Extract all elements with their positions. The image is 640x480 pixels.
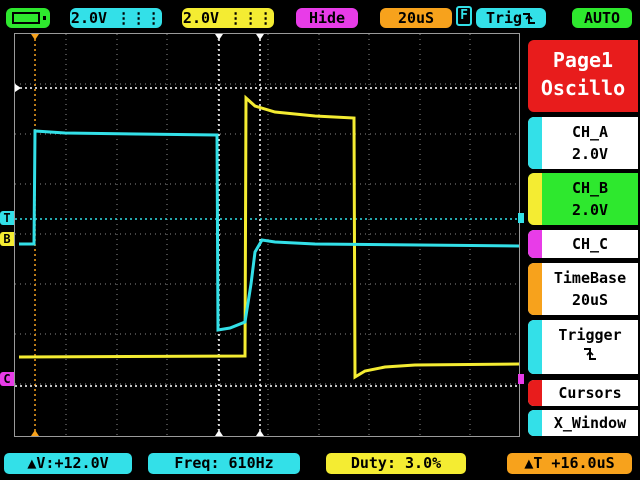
menu-ch-a[interactable]: CH_A 2.0V xyxy=(528,117,638,169)
dc-coupling-icon: ⋮⋮⋮ xyxy=(116,9,162,27)
ch-b-scale-button[interactable]: 2.0V ⋮⋮⋮ xyxy=(182,8,274,28)
dc-coupling-icon: ⋮⋮⋮ xyxy=(228,9,274,27)
trigger-label: Trig xyxy=(485,9,523,27)
duty-readout[interactable]: Duty: 3.0% xyxy=(326,453,466,474)
waveform-canvas xyxy=(15,34,519,436)
ch-a-trace xyxy=(19,129,519,332)
ch-b-volts: 2.0V xyxy=(182,9,220,27)
menu-ch-a-label: CH_A xyxy=(571,123,609,141)
grid xyxy=(15,34,519,436)
delta-v-readout[interactable]: ▲V:+12.0V xyxy=(4,453,132,474)
cursor-bottom-marker xyxy=(256,430,264,436)
h-cursor-marker xyxy=(15,84,21,92)
menu-trigger-label: Trigger xyxy=(558,326,622,344)
ch-a-volts: 2.0V xyxy=(70,9,108,27)
menu-trigger[interactable]: Trigger xyxy=(528,320,638,374)
falling-edge-icon xyxy=(523,13,536,24)
menu-x-window[interactable]: X_Window xyxy=(528,410,638,436)
cursor-top-marker xyxy=(31,34,39,40)
menu-cursors[interactable]: Cursors xyxy=(528,380,638,406)
cursor-bottom-marker xyxy=(31,430,39,436)
falling-edge-icon xyxy=(535,346,640,368)
waveform-display[interactable] xyxy=(14,33,520,437)
menu-timebase-value: 20uS xyxy=(571,291,609,309)
cursor-top-marker xyxy=(215,34,223,40)
f-indicator: F xyxy=(456,6,472,26)
mode-button[interactable]: AUTO xyxy=(572,8,632,28)
menu-ch-c[interactable]: CH_C xyxy=(528,230,638,258)
battery-icon xyxy=(6,8,50,28)
ch-b-trace xyxy=(18,94,519,380)
page-title-line-2: Oscillo xyxy=(540,76,626,100)
ch-c-marker[interactable]: C xyxy=(0,372,14,386)
menu-ch-b-value: 2.0V xyxy=(571,201,609,219)
ch-c-right-tick xyxy=(518,374,524,384)
trigger-level-right-tick xyxy=(518,213,524,223)
menu-ch-b-label: CH_B xyxy=(571,179,609,197)
timebase-button[interactable]: 20uS xyxy=(380,8,452,28)
page-title-button[interactable]: Page1 Oscillo xyxy=(528,40,638,112)
freq-readout[interactable]: Freq: 610Hz xyxy=(148,453,300,474)
menu-timebase-label: TimeBase xyxy=(553,269,627,287)
menu-x-window-label: X_Window xyxy=(553,414,627,432)
menu-cursors-label: Cursors xyxy=(558,384,622,402)
page-title-line-1: Page1 xyxy=(552,48,614,72)
hide-button[interactable]: Hide xyxy=(296,8,358,28)
menu-ch-b[interactable]: CH_B 2.0V xyxy=(528,173,638,225)
menu-ch-a-value: 2.0V xyxy=(571,145,609,163)
ch-a-scale-button[interactable]: 2.0V ⋮⋮⋮ xyxy=(70,8,162,28)
menu-ch-c-label: CH_C xyxy=(571,235,609,253)
trigger-button[interactable]: Trig xyxy=(476,8,546,28)
menu-timebase[interactable]: TimeBase 20uS xyxy=(528,263,638,315)
trigger-level-marker[interactable]: T xyxy=(0,211,14,225)
ch-b-marker[interactable]: B xyxy=(0,232,14,246)
cursor-bottom-marker xyxy=(215,430,223,436)
cursor-top-marker xyxy=(256,34,264,40)
delta-t-readout[interactable]: ▲T +16.0uS xyxy=(507,453,632,474)
